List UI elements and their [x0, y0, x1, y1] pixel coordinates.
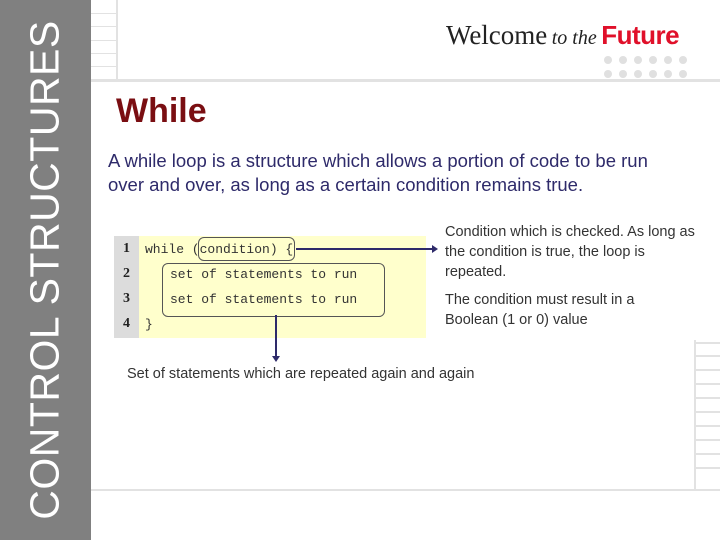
condition-note: Condition which is checked. As long as t… — [445, 224, 695, 280]
logo-dot — [649, 56, 657, 64]
decor-tick — [91, 26, 116, 27]
statements-note: Set of statements which are repeated aga… — [127, 366, 475, 382]
logo-dot — [634, 70, 642, 78]
decor-horizontal-line-bottom — [91, 489, 720, 491]
boolean-note: The condition must result in a Boolean (… — [445, 292, 635, 328]
statements-arrowhead-icon — [272, 356, 280, 362]
decor-tick — [695, 411, 720, 413]
decor-tick — [91, 53, 116, 54]
condition-arrow — [296, 248, 434, 250]
line-number: 3 — [123, 291, 130, 306]
logo-dot — [604, 70, 612, 78]
line-number: 4 — [123, 316, 130, 331]
decor-tick — [91, 66, 116, 67]
logo-dot — [634, 56, 642, 64]
decor-tick — [695, 383, 720, 385]
logo-dot — [679, 70, 687, 78]
logo-dot — [679, 56, 687, 64]
logo-dot — [664, 70, 672, 78]
condition-highlight-box — [198, 237, 295, 261]
slide-intro: A while loop is a structure which allows… — [108, 150, 648, 195]
line-number: 1 — [123, 241, 130, 256]
decor-tick — [695, 369, 720, 371]
statements-highlight-box — [162, 263, 385, 317]
logo-dot — [619, 70, 627, 78]
decor-tick — [695, 397, 720, 399]
logo-dots — [604, 56, 687, 78]
logo-dot — [604, 56, 612, 64]
logo-dot — [664, 56, 672, 64]
decor-tick — [91, 40, 116, 41]
line-number: 2 — [123, 266, 130, 281]
sidebar: CONTROL STRUCTURES — [0, 0, 91, 540]
condition-arrowhead-icon — [432, 245, 438, 253]
slide-title: While — [116, 92, 207, 130]
decor-vertical-line-top — [116, 0, 118, 80]
logo-welcome: Welcome — [446, 20, 548, 50]
decor-tick — [695, 425, 720, 427]
code-line: } — [145, 317, 153, 332]
logo-dot — [649, 70, 657, 78]
logo-to-the: to the — [551, 27, 597, 49]
decor-tick — [695, 355, 720, 357]
welcome-logo: Welcome to the Future — [446, 20, 680, 51]
decor-tick — [695, 467, 720, 469]
decor-horizontal-line-top — [91, 79, 720, 82]
decor-tick — [695, 439, 720, 441]
logo-future: Future — [601, 20, 680, 50]
decor-tick — [695, 342, 720, 344]
decor-tick — [695, 453, 720, 455]
logo-dot — [619, 56, 627, 64]
sidebar-title: CONTROL STRUCTURES — [21, 20, 68, 520]
statements-arrow — [275, 315, 277, 358]
decor-tick — [91, 13, 116, 14]
